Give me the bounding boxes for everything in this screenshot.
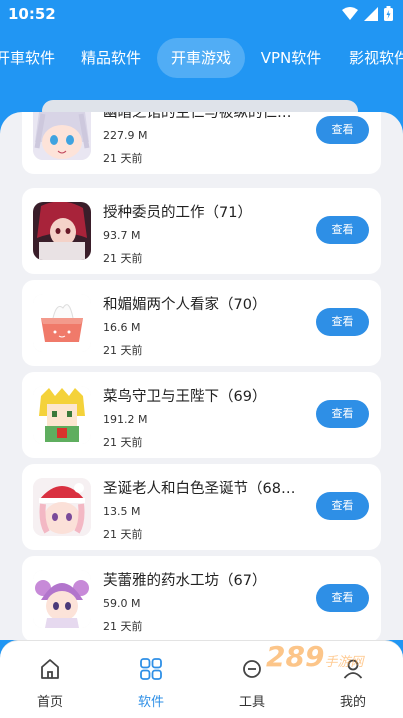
status-bar: 10:52 <box>0 0 403 28</box>
tab-nsfw-games[interactable]: 开車游戏 <box>157 38 245 78</box>
game-title: 幽暗之馆的主仁与被纵的仁… <box>103 112 292 121</box>
view-button[interactable]: 查看 <box>316 584 369 612</box>
game-date: 21 天前 <box>103 620 143 633</box>
nav-home-label: 首页 <box>36 695 63 710</box>
tool-icon <box>243 660 261 678</box>
list-item[interactable]: 幽暗之馆的主仁与被纵的仁… 227.9 M 21 天前 查看 <box>22 112 381 174</box>
status-icons <box>342 6 393 21</box>
game-size: 93.7 M <box>103 229 141 242</box>
tab-nsfw-apps[interactable]: 开車软件 <box>0 38 58 78</box>
view-button[interactable]: 查看 <box>316 216 369 244</box>
game-size: 191.2 M <box>103 413 148 426</box>
game-size: 59.0 M <box>103 597 141 610</box>
tab-premium-apps[interactable]: 精品软件 <box>72 38 150 78</box>
view-button[interactable]: 查看 <box>316 116 369 144</box>
game-thumbnail <box>33 478 91 536</box>
game-size: 16.6 M <box>103 321 141 334</box>
game-size: 227.9 M <box>103 129 148 142</box>
game-date: 21 天前 <box>103 436 143 449</box>
game-size: 13.5 M <box>103 505 141 518</box>
list-item[interactable]: 菜鸟守卫与王陛下（69） 191.2 M 21 天前 查看 <box>22 372 381 458</box>
list-item[interactable]: 和媚媚两个人看家（70） 16.6 M 21 天前 查看 <box>22 280 381 366</box>
game-title: 圣诞老人和白色圣诞节（68… <box>103 481 296 497</box>
watermark-text: 289 <box>266 640 325 673</box>
status-time: 10:52 <box>8 5 56 23</box>
view-button[interactable]: 查看 <box>316 308 369 336</box>
game-thumbnail <box>33 112 91 160</box>
tab-vpn-apps[interactable]: VPN软件 <box>252 38 330 78</box>
signal-icon <box>364 6 378 21</box>
game-thumbnail <box>33 570 91 628</box>
game-title: 菜鸟守卫与王陛下（69） <box>103 389 267 405</box>
game-title: 和媚媚两个人看家（70） <box>103 297 267 313</box>
view-button[interactable]: 查看 <box>316 400 369 428</box>
nav-software-label: 软件 <box>137 695 164 710</box>
list-item[interactable]: 芙蕾雅的药水工坊（67） 59.0 M 21 天前 查看 <box>22 556 381 640</box>
battery-icon <box>384 6 393 21</box>
game-title: 授种委员的工作（71） <box>103 205 252 221</box>
nav-home[interactable]: 首页 <box>0 641 100 718</box>
game-thumbnail <box>33 386 91 444</box>
app-list: 幽暗之馆的主仁与被纵的仁… 227.9 M 21 天前 查看 授种委员的工作（7… <box>0 112 403 640</box>
list-item[interactable]: 授种委员的工作（71） 93.7 M 21 天前 查看 <box>22 188 381 274</box>
list-item[interactable]: 圣诞老人和白色圣诞节（68… 13.5 M 21 天前 查看 <box>22 464 381 550</box>
game-date: 21 天前 <box>103 252 143 265</box>
wifi-icon <box>342 6 358 20</box>
watermark-logo: 289手游网 <box>266 640 386 680</box>
game-date: 21 天前 <box>103 344 143 357</box>
category-tabs: 开車软件 精品软件 开車游戏 VPN软件 影视软件 <box>0 38 403 78</box>
game-thumbnail <box>33 202 91 260</box>
tab-video-apps[interactable]: 影视软件 <box>340 38 403 78</box>
view-button[interactable]: 查看 <box>316 492 369 520</box>
nav-profile-label: 我的 <box>339 695 366 710</box>
game-thumbnail <box>33 294 91 352</box>
game-title: 芙蕾雅的药水工坊（67） <box>103 573 267 589</box>
home-icon <box>41 659 59 679</box>
game-date: 21 天前 <box>103 152 143 165</box>
watermark-sub: 手游网 <box>324 655 364 670</box>
game-date: 21 天前 <box>103 528 143 541</box>
grid-icon <box>140 658 162 680</box>
nav-tools-label: 工具 <box>238 695 265 710</box>
nav-software[interactable]: 软件 <box>101 641 201 718</box>
